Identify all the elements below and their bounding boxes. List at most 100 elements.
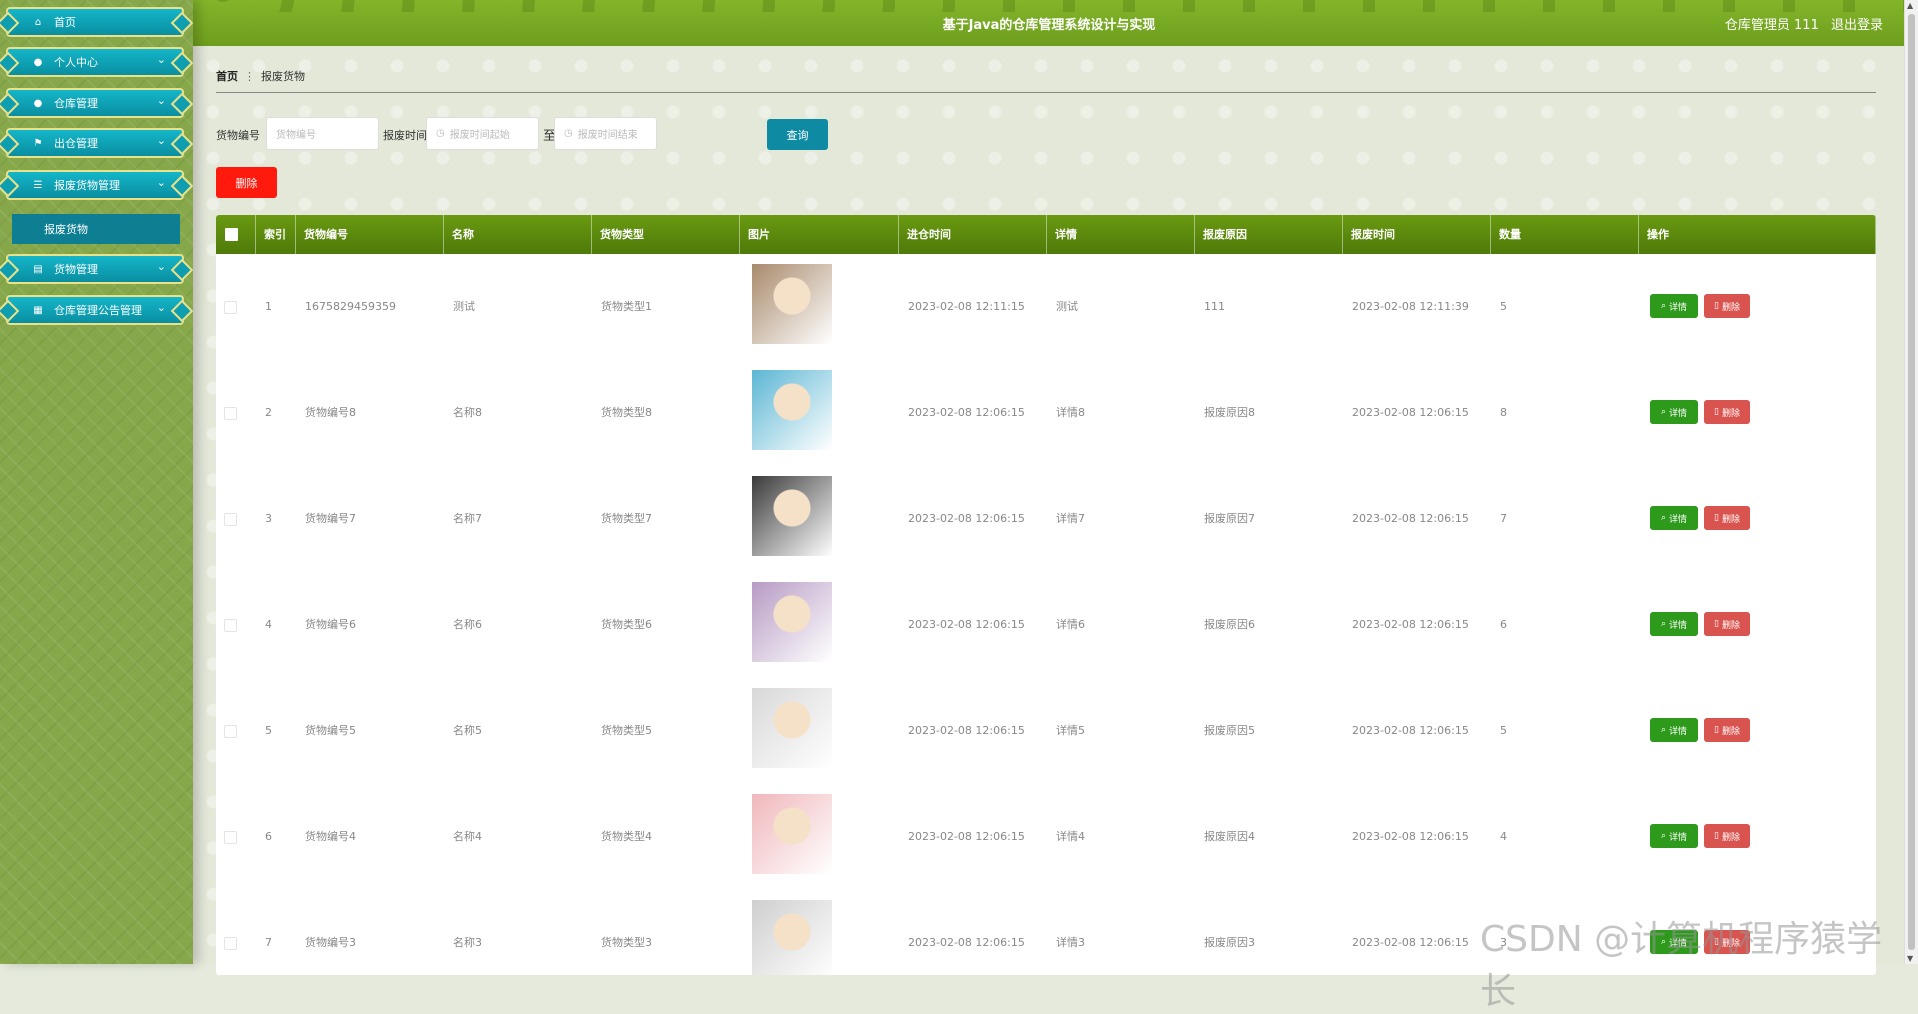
- chevron-down-icon: ⌄: [156, 260, 166, 273]
- scroll-up-icon[interactable]: ▲: [1907, 1, 1913, 10]
- sidebar-item[interactable]: ▤ 货物管理 ⌄: [0, 254, 194, 284]
- menu-ornament: [0, 258, 20, 282]
- cell-scrap-time: 2023-02-08 12:11:39: [1352, 300, 1469, 313]
- cell-reason: 报废原因5: [1204, 724, 1255, 737]
- chevron-down-icon: ⌄: [156, 94, 166, 107]
- breadcrumb-home[interactable]: 首页: [216, 70, 238, 83]
- cell-goods-no: 货物编号5: [305, 724, 356, 737]
- row-checkbox[interactable]: [224, 831, 237, 844]
- cell-in-time: 2023-02-08 12:06:15: [908, 512, 1025, 525]
- cell-goods-no: 货物编号7: [305, 512, 356, 525]
- scrap-time-end-input[interactable]: ◷ 报废时间结束: [554, 117, 657, 150]
- chevron-down-icon: ⌄: [156, 301, 166, 314]
- column-header: 操作: [1639, 215, 1876, 254]
- row-detail-button[interactable]: ⌕ 详情: [1650, 824, 1698, 848]
- cell-reason: 报废原因6: [1204, 618, 1255, 631]
- trash-icon: ▯: [1714, 513, 1719, 523]
- menu-ornament: [170, 132, 194, 156]
- breadcrumb: 首页 ⋮ 报废货物: [216, 68, 1876, 93]
- menu-ornament: [0, 92, 20, 116]
- row-delete-button[interactable]: ▯ 删除: [1704, 612, 1750, 636]
- sidebar-item[interactable]: ⚑ 出仓管理 ⌄: [0, 128, 194, 158]
- cell-name: 名称6: [453, 618, 482, 631]
- cell-type: 货物类型8: [601, 406, 652, 419]
- scrap-time-label: 报废时间: [383, 129, 427, 142]
- goods-no-input[interactable]: 货物编号: [266, 117, 379, 150]
- cell-name: 名称7: [453, 512, 482, 525]
- row-detail-button[interactable]: ⌕ 详情: [1650, 294, 1698, 318]
- row-detail-button[interactable]: ⌕ 详情: [1650, 718, 1698, 742]
- sidebar-item[interactable]: ● 个人中心 ⌄: [0, 47, 194, 77]
- column-header: 索引: [256, 215, 296, 254]
- row-checkbox[interactable]: [224, 301, 237, 314]
- goods-thumbnail[interactable]: [752, 582, 832, 662]
- row-checkbox[interactable]: [224, 937, 237, 950]
- cell-scrap-time: 2023-02-08 12:06:15: [1352, 830, 1469, 843]
- row-detail-button[interactable]: ⌕ 详情: [1650, 506, 1698, 530]
- row-detail-button[interactable]: ⌕ 详情: [1650, 612, 1698, 636]
- menu-ornament: [170, 174, 194, 198]
- mouse-cursor: [578, 294, 592, 310]
- cell-goods-no: 货物编号3: [305, 936, 356, 949]
- search-icon: ⌕: [1660, 831, 1667, 841]
- detail-label: 详情: [1669, 726, 1688, 737]
- sidebar-item-label: 个人中心: [54, 56, 98, 69]
- cell-in-time: 2023-02-08 12:06:15: [908, 724, 1025, 737]
- cell-type: 货物类型6: [601, 618, 652, 631]
- column-header: 图片: [740, 215, 899, 254]
- trash-icon: ▯: [1714, 831, 1719, 841]
- page-scrollbar[interactable]: ▲ ▼: [1904, 0, 1918, 964]
- sidebar-item[interactable]: ● 仓库管理 ⌄: [0, 88, 194, 118]
- table-row: 5 货物编号5 名称5 货物类型5 2023-02-08 12:06:15 详情5 报废原因…: [216, 678, 1876, 784]
- cell-index: 4: [265, 618, 272, 631]
- cell-scrap-time: 2023-02-08 12:06:15: [1352, 936, 1469, 949]
- goods-thumbnail[interactable]: [752, 794, 832, 874]
- cell-name: 名称3: [453, 936, 482, 949]
- row-delete-button[interactable]: ▯ 删除: [1704, 824, 1750, 848]
- logout-link[interactable]: 退出登录: [1831, 18, 1883, 33]
- cell-reason: 报废原因8: [1204, 406, 1255, 419]
- cell-qty: 7: [1500, 512, 1507, 525]
- row-checkbox[interactable]: [224, 619, 237, 632]
- table-row: 3 货物编号7 名称7 货物类型7 2023-02-08 12:06:15 详情7 报废原因…: [216, 466, 1876, 572]
- scroll-thumb[interactable]: [1908, 14, 1915, 950]
- menu-ornament: [0, 51, 20, 75]
- row-checkbox[interactable]: [224, 725, 237, 738]
- query-button[interactable]: 查询: [767, 119, 828, 150]
- user-area: 仓库管理员 111 退出登录: [1717, 14, 1883, 33]
- goods-thumbnail[interactable]: [752, 688, 832, 768]
- sidebar-item[interactable]: ☰ 报废货物管理 ⌄: [0, 170, 194, 200]
- cell-reason: 111: [1204, 300, 1225, 313]
- goods-no-label: 货物编号: [216, 129, 260, 142]
- row-delete-button[interactable]: ▯ 删除: [1704, 400, 1750, 424]
- header-decoration: [193, 0, 1905, 12]
- row-delete-button[interactable]: ▯ 删除: [1704, 718, 1750, 742]
- detail-label: 详情: [1669, 832, 1688, 843]
- trash-icon: ▯: [1714, 725, 1719, 735]
- detail-label: 详情: [1669, 514, 1688, 525]
- user-label: 仓库管理员 111: [1724, 18, 1819, 33]
- goods-thumbnail[interactable]: [752, 476, 832, 556]
- goods-thumbnail[interactable]: [752, 264, 832, 344]
- scrap-time-start-input[interactable]: ◷ 报废时间起始: [426, 117, 539, 150]
- menu-ornament: [0, 174, 20, 198]
- cell-name: 名称5: [453, 724, 482, 737]
- select-all-checkbox[interactable]: [225, 228, 238, 241]
- cell-reason: 报废原因4: [1204, 830, 1255, 843]
- cell-scrap-time: 2023-02-08 12:06:15: [1352, 512, 1469, 525]
- row-checkbox[interactable]: [224, 407, 237, 420]
- cell-goods-no: 1675829459359: [305, 300, 396, 313]
- goods-thumbnail[interactable]: [752, 370, 832, 450]
- row-delete-button[interactable]: ▯ 删除: [1704, 506, 1750, 530]
- cell-goods-no: 货物编号6: [305, 618, 356, 631]
- delete-label: 删除: [1721, 302, 1740, 313]
- bulk-delete-button[interactable]: 删除: [216, 167, 277, 198]
- sidebar-item[interactable]: ⌂ 首页: [0, 7, 194, 37]
- row-delete-button[interactable]: ▯ 删除: [1704, 294, 1750, 318]
- submenu-item-scrap-goods[interactable]: 报废货物: [12, 214, 180, 244]
- sidebar-item[interactable]: ▦ 仓库管理公告管理 ⌄: [0, 295, 194, 325]
- row-checkbox[interactable]: [224, 513, 237, 526]
- row-detail-button[interactable]: ⌕ 详情: [1650, 400, 1698, 424]
- cell-type: 货物类型3: [601, 936, 652, 949]
- cell-index: 3: [265, 512, 272, 525]
